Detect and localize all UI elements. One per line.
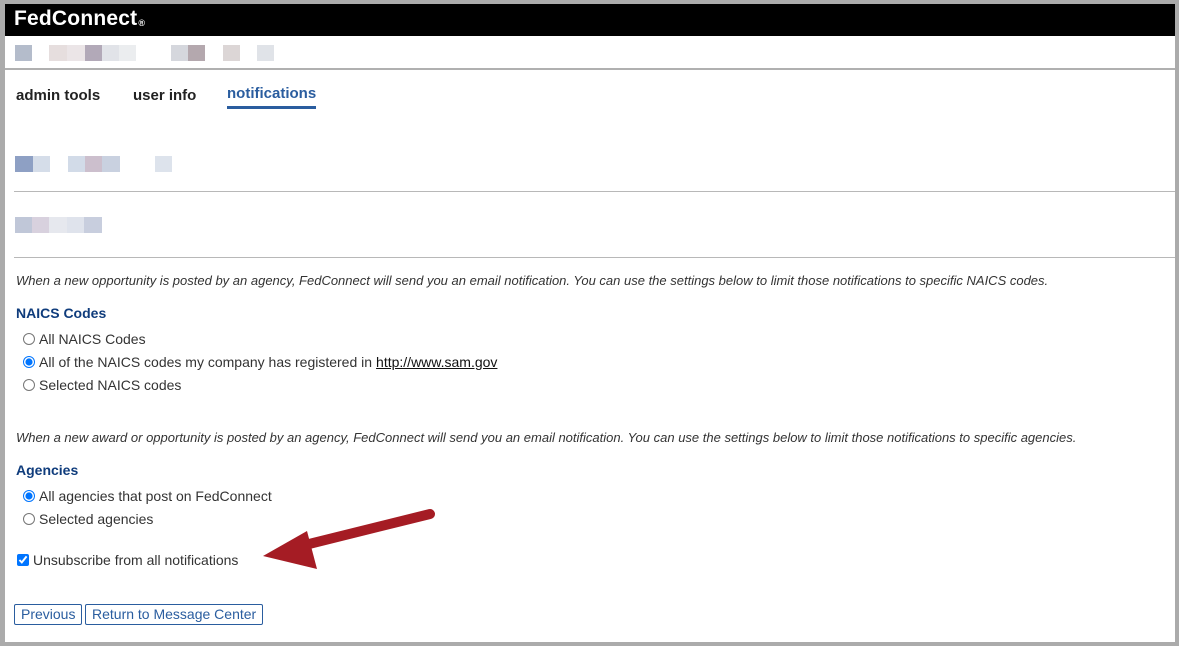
naics-intro-text: When a new opportunity is posted by an a… <box>16 273 1049 288</box>
registered-mark: ® <box>138 18 146 28</box>
naics-option-all[interactable]: All NAICS Codes <box>23 331 146 347</box>
naics-option-registered[interactable]: All of the NAICS codes my company has re… <box>23 354 497 370</box>
naics-option-selected[interactable]: Selected NAICS codes <box>23 377 181 393</box>
unsubscribe-checkbox[interactable] <box>17 554 29 566</box>
section-divider <box>14 257 1175 258</box>
agencies-option-label: All agencies that post on FedConnect <box>39 488 272 504</box>
naics-option-label: All of the NAICS codes my company has re… <box>39 354 373 370</box>
section-divider <box>14 191 1175 192</box>
unsubscribe-label: Unsubscribe from all notifications <box>33 552 239 568</box>
naics-registered-radio[interactable] <box>23 356 35 368</box>
redacted-subheading <box>15 217 102 233</box>
logo-text: FedConnect <box>14 7 138 30</box>
agencies-section-title: Agencies <box>16 462 79 478</box>
agencies-selected-radio[interactable] <box>23 513 35 525</box>
sam-gov-link[interactable]: http://www.sam.gov <box>376 354 497 370</box>
previous-button[interactable]: Previous <box>14 604 83 625</box>
tab-user-info[interactable]: user info <box>133 87 196 104</box>
agencies-option-all[interactable]: All agencies that post on FedConnect <box>23 488 272 504</box>
annotation-arrow-icon <box>263 509 435 569</box>
naics-all-radio[interactable] <box>23 333 35 345</box>
agencies-option-selected[interactable]: Selected agencies <box>23 511 153 527</box>
agencies-all-radio[interactable] <box>23 490 35 502</box>
tab-admin-tools[interactable]: admin tools <box>16 87 100 104</box>
notifications-page: FedConnect® admin tools user info notifi… <box>5 4 1175 642</box>
agencies-option-label: Selected agencies <box>39 511 154 527</box>
redacted-heading <box>15 156 172 172</box>
unsubscribe-option[interactable]: Unsubscribe from all notifications <box>17 552 238 568</box>
agencies-intro-text: When a new award or opportunity is poste… <box>16 430 1077 445</box>
tab-notifications[interactable]: notifications <box>227 85 317 109</box>
naics-option-label: Selected NAICS codes <box>39 377 182 393</box>
return-to-message-center-button[interactable]: Return to Message Center <box>85 604 264 625</box>
naics-section-title: NAICS Codes <box>16 305 107 321</box>
redacted-user-info <box>15 45 274 61</box>
top-bar: FedConnect® <box>5 4 1175 36</box>
fedconnect-logo[interactable]: FedConnect® <box>14 7 145 31</box>
header-divider <box>5 68 1175 70</box>
naics-selected-radio[interactable] <box>23 379 35 391</box>
naics-option-label: All NAICS Codes <box>39 331 146 347</box>
